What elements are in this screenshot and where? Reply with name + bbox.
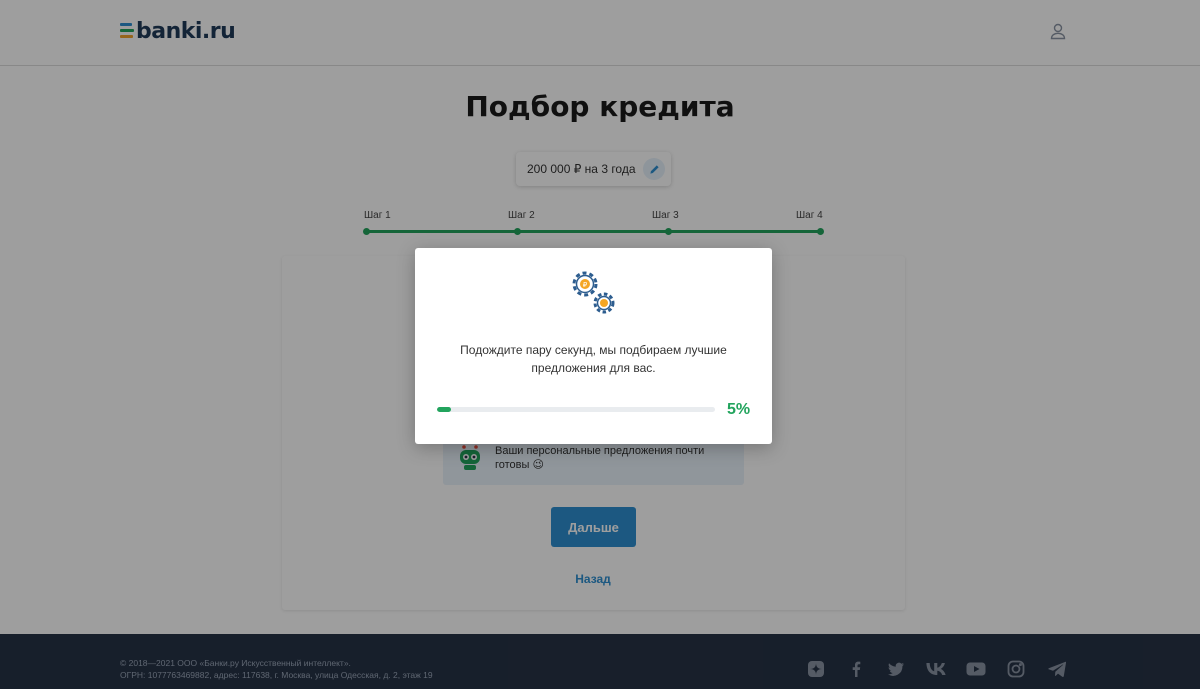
loading-progress-percent: 5% bbox=[727, 401, 751, 418]
loading-progress-fill bbox=[437, 407, 451, 412]
loading-message: Подождите пару секунд, мы подбираем лучш… bbox=[460, 343, 727, 375]
loading-progress-bar bbox=[437, 407, 715, 412]
svg-text:₽: ₽ bbox=[583, 281, 588, 289]
gears-icon: ₽ bbox=[570, 268, 618, 318]
loading-modal: ₽ Подождите пару секунд, мы подбираем лу… bbox=[415, 248, 772, 444]
